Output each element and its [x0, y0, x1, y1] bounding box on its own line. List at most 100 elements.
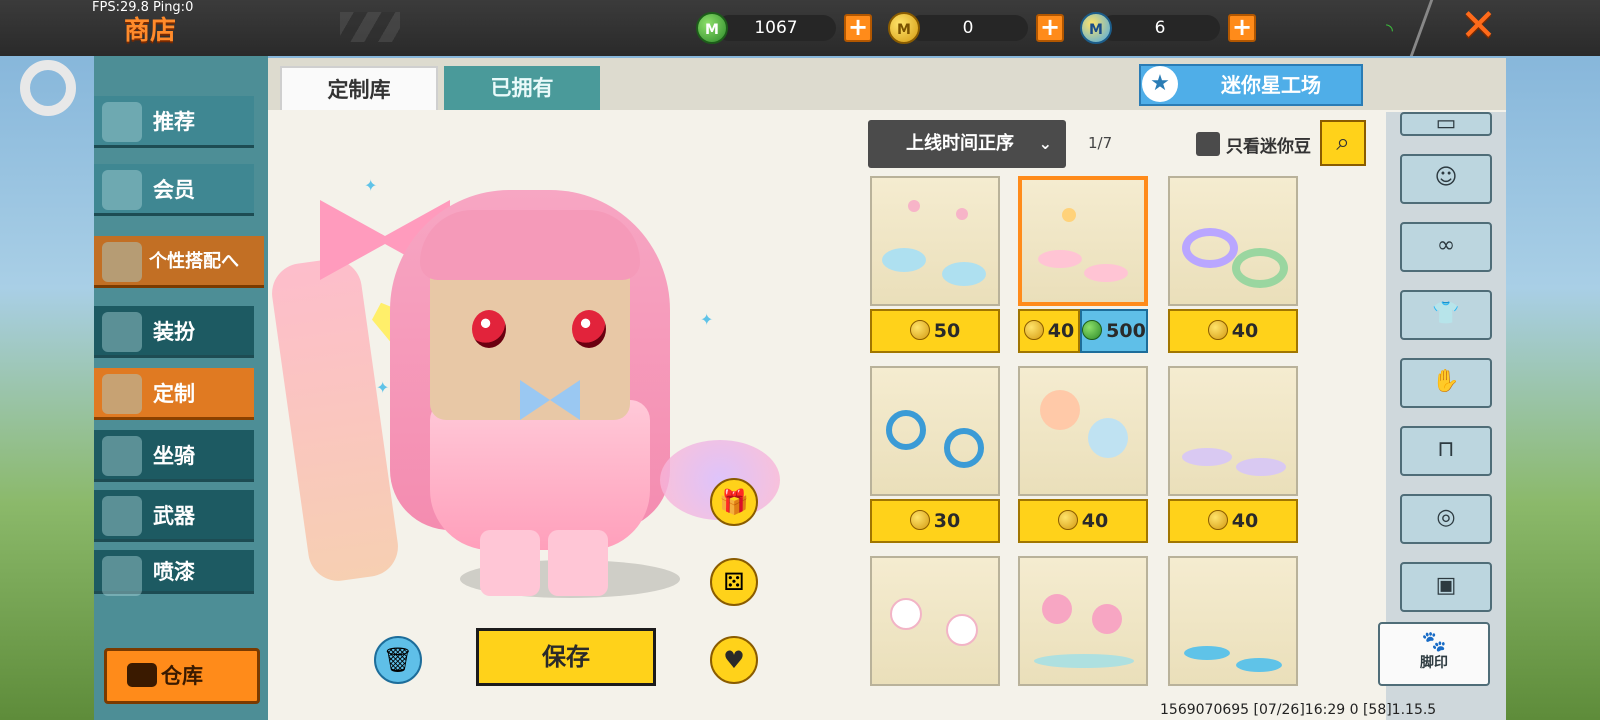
- face-icon[interactable]: ☺: [1400, 154, 1492, 204]
- spray-can-icon: [102, 556, 142, 596]
- shoes-icon[interactable]: ◎: [1400, 494, 1492, 544]
- footprint-category-button[interactable]: 🐾 脚印: [1378, 622, 1490, 686]
- mini-coin-green-icon: M: [696, 12, 728, 44]
- item-card[interactable]: [1168, 366, 1298, 496]
- favorite-heart-button[interactable]: ♥: [710, 636, 758, 684]
- currency-bean-value: 6: [1100, 15, 1220, 41]
- floating-menu-ring-icon[interactable]: [20, 60, 76, 116]
- close-x-icon[interactable]: ✕: [1460, 4, 1497, 48]
- gold-price: 40: [1168, 309, 1298, 353]
- item-thumbnail-meteor-footprint: [1170, 558, 1296, 684]
- sort-dropdown[interactable]: 上线时间正序 ⌄: [868, 120, 1066, 168]
- item-thumbnail-heart-footprint: [1022, 180, 1144, 306]
- avatar-boot-right: [548, 530, 608, 596]
- avatar-boot-left: [480, 530, 540, 596]
- trash-button[interactable]: 🗑: [374, 636, 422, 684]
- random-dice-button[interactable]: ⚄: [710, 558, 758, 606]
- build-info: 1569070695 [07/26]16:29 0 [58]1.15.5: [1160, 702, 1437, 718]
- sparkle-icon: ✦: [376, 378, 390, 397]
- mini-bean-only-checkbox[interactable]: [1196, 132, 1220, 156]
- hat-icon[interactable]: ▭: [1400, 112, 1492, 136]
- sidebar-item-spray[interactable]: 喷漆: [94, 550, 254, 596]
- item-card[interactable]: [870, 176, 1000, 306]
- price-row[interactable]: 40 500: [1018, 309, 1148, 353]
- warehouse-label: 仓库: [161, 664, 203, 688]
- gold-coin-icon: [1023, 320, 1044, 340]
- gold-price: 30: [870, 499, 1000, 543]
- gun-icon: [102, 496, 142, 536]
- sidebar-item-label: 推荐: [153, 110, 195, 134]
- sidebar-item-label: 会员: [153, 178, 195, 202]
- thumbs-up-icon: [102, 102, 142, 142]
- pants-icon[interactable]: ⊓: [1400, 426, 1492, 476]
- search-icon[interactable]: ⌕: [1320, 120, 1366, 166]
- sparkle-icon: ✦: [364, 176, 378, 195]
- item-thumbnail-paw-footprint: [872, 178, 998, 304]
- item-thumbnail-dog-footprint: [1170, 368, 1296, 494]
- star-icon: ★: [1142, 66, 1178, 102]
- sidebar-item-custom[interactable]: 定制: [94, 368, 254, 420]
- avatar-preview[interactable]: ✦ ✦ ✦: [268, 170, 800, 610]
- avatar-eye-right: [572, 310, 606, 348]
- price-row[interactable]: 40: [1168, 499, 1298, 543]
- sidebar-item-member[interactable]: 会员: [94, 164, 254, 216]
- sidebar-item-mount[interactable]: 坐骑: [94, 430, 254, 482]
- member-icon: [102, 170, 142, 210]
- gold-coin-icon: [1057, 510, 1078, 530]
- chevron-down-icon: ⌄: [1038, 134, 1052, 153]
- footprint-label: 脚印: [1420, 655, 1448, 671]
- sidebar-item-dressup[interactable]: 装扮: [94, 306, 254, 358]
- shop-title: 商店: [124, 16, 177, 46]
- currency-gold-value: 0: [908, 15, 1028, 41]
- shirt-icon[interactable]: 👕: [1400, 290, 1492, 340]
- sparkle-icon: ✦: [700, 310, 714, 329]
- green-coin-icon: [1082, 320, 1103, 340]
- save-button[interactable]: 保存: [476, 628, 656, 686]
- item-thumbnail-jellyfish-footprint: [1020, 368, 1146, 494]
- item-card[interactable]: [1168, 176, 1298, 306]
- mini-bean-blue-icon: M: [1080, 12, 1112, 44]
- item-card[interactable]: [870, 366, 1000, 496]
- mask-icon[interactable]: ∞: [1400, 222, 1492, 272]
- item-card[interactable]: [1018, 556, 1148, 686]
- decorative-stripes: [340, 12, 400, 42]
- price-row[interactable]: 40: [1018, 499, 1148, 543]
- warehouse-button[interactable]: 仓库: [104, 648, 260, 704]
- mini-coin-gold-icon: M: [888, 12, 920, 44]
- price-row[interactable]: 40: [1168, 309, 1298, 353]
- shirt-icon: [102, 312, 142, 352]
- buy-gold-coin-button[interactable]: +: [1036, 14, 1064, 42]
- gem-price: 500: [1080, 309, 1148, 353]
- tab-custom-library[interactable]: 定制库: [280, 66, 438, 110]
- divider: [1409, 0, 1434, 56]
- buy-green-coin-button[interactable]: +: [844, 14, 872, 42]
- paw-icon: 🐾: [1421, 629, 1447, 653]
- price-row[interactable]: 50: [870, 309, 1000, 353]
- sidebar-item-label: 定制: [153, 382, 195, 406]
- item-card-selected[interactable]: [1018, 176, 1148, 306]
- gold-coin-icon: [909, 320, 930, 340]
- avatar-eye-left: [472, 310, 506, 348]
- gold-price: 40: [1018, 499, 1148, 543]
- gold-price: 40: [1168, 499, 1298, 543]
- price-row[interactable]: 30: [870, 499, 1000, 543]
- sidebar-item-label: 个性搭配へ: [149, 251, 239, 272]
- sidebar-item-weapon[interactable]: 武器: [94, 490, 254, 542]
- gold-coin-icon: [909, 510, 930, 530]
- item-card[interactable]: [1018, 366, 1148, 496]
- mini-bean-only-label: 只看迷你豆: [1226, 137, 1311, 157]
- backpack-icon[interactable]: ▣: [1400, 562, 1492, 612]
- gift-button[interactable]: 🎁: [710, 478, 758, 526]
- trophy-icon: [102, 242, 142, 282]
- glove-icon[interactable]: ✋: [1400, 358, 1492, 408]
- item-card[interactable]: [870, 556, 1000, 686]
- sidebar-item-personal-outfit[interactable]: 个性搭配へ: [94, 236, 264, 288]
- tab-owned[interactable]: 已拥有: [444, 66, 600, 110]
- sidebar-item-label: 武器: [153, 504, 195, 528]
- sort-label: 上线时间正序: [906, 133, 1014, 154]
- buy-bean-button[interactable]: +: [1228, 14, 1256, 42]
- item-card[interactable]: [1168, 556, 1298, 686]
- gold-coin-icon: [1207, 320, 1228, 340]
- sidebar-item-recommend[interactable]: 推荐: [94, 96, 254, 148]
- wifi-signal-icon: ◝: [1386, 20, 1393, 41]
